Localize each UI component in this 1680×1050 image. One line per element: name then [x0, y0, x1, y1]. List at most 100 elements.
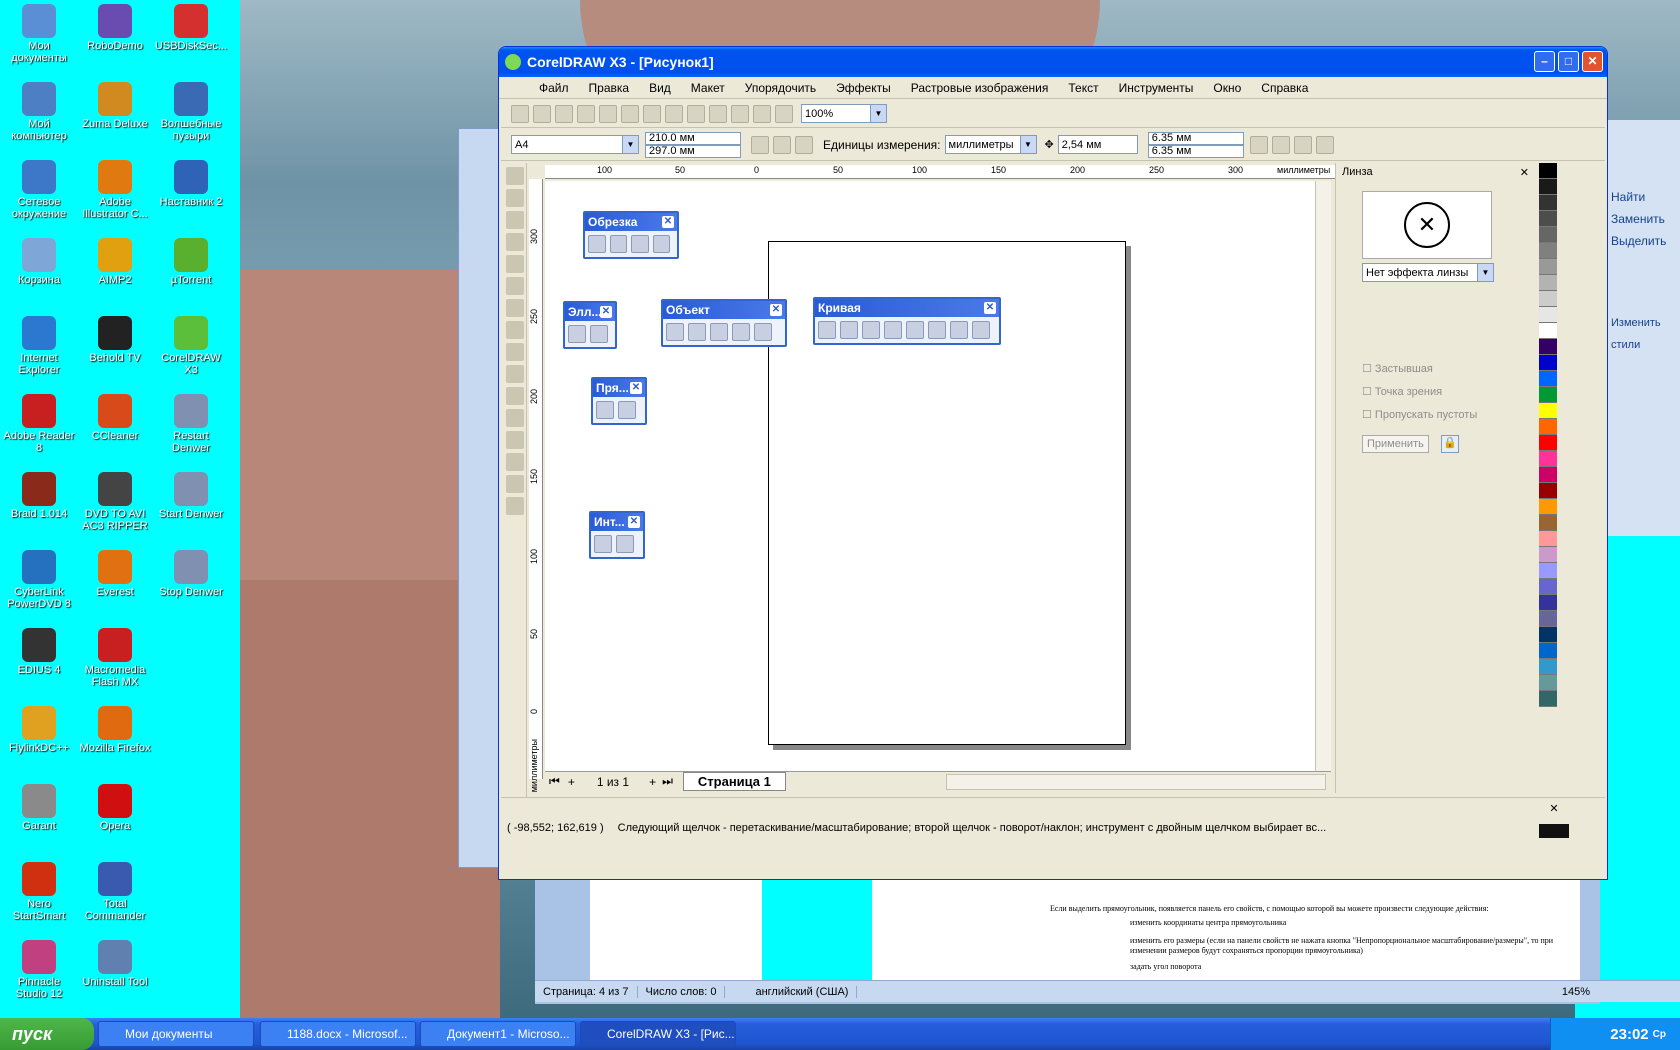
undo-icon[interactable]	[665, 104, 683, 123]
polyline-icon[interactable]	[906, 321, 924, 339]
vertical-scrollbar[interactable]	[1315, 181, 1331, 771]
desktop-icon[interactable]: Наставник 2	[154, 160, 228, 208]
palette-swatch[interactable]	[1539, 467, 1557, 483]
desktop-icon[interactable]: AIMP2	[78, 238, 152, 286]
palette-swatch[interactable]	[1539, 515, 1557, 531]
polygon-icon[interactable]	[666, 323, 684, 341]
palette-swatch[interactable]	[1539, 179, 1557, 195]
desktop-icon[interactable]: CorelDRAW X3	[154, 316, 228, 376]
shape-tool-icon[interactable]	[506, 189, 524, 207]
curve-toolbar[interactable]: Кривая ✕	[813, 297, 1001, 345]
open-icon[interactable]	[533, 104, 551, 123]
units-icon[interactable]	[1249, 135, 1268, 154]
viewpoint-checkbox[interactable]: ☐ Точка зрения	[1362, 381, 1535, 404]
interactive-blend-icon[interactable]	[506, 409, 524, 427]
object-toolbar[interactable]: Объект ✕	[661, 299, 787, 347]
polygon-tool-icon[interactable]	[506, 343, 524, 361]
print-icon[interactable]	[577, 104, 595, 123]
ellipse-tool-icon[interactable]	[506, 321, 524, 339]
desktop-icon[interactable]: Opera	[78, 784, 152, 832]
desktop-icon[interactable]: Сетевое окружение	[2, 160, 76, 220]
palette-swatch[interactable]	[1539, 499, 1557, 515]
desktop-icon[interactable]: µTorrent	[154, 238, 228, 286]
palette-swatch[interactable]	[1539, 371, 1557, 387]
palette-swatch[interactable]	[1539, 291, 1557, 307]
interactive-connector-icon[interactable]	[950, 321, 968, 339]
knife-icon[interactable]	[609, 235, 627, 253]
maximize-button[interactable]: □	[1558, 51, 1579, 72]
drawing-canvas[interactable]: Обрезка ✕ Элл... ✕ Объект ✕ Кривая ✕ Пря... ✕…	[545, 181, 1315, 771]
3-point-rectangle-icon[interactable]	[618, 401, 636, 419]
horizontal-scrollbar[interactable]	[945, 773, 1326, 790]
desktop-icon[interactable]: DVD TO AVI AC3 RIPPER	[78, 472, 152, 532]
crop-icon[interactable]	[588, 235, 606, 253]
palette-swatch[interactable]	[1539, 483, 1557, 499]
basic-shapes-icon[interactable]	[506, 365, 524, 383]
desktop-icon[interactable]: Adobe Illustrator C...	[78, 160, 152, 220]
close-icon[interactable]: ✕	[628, 516, 640, 528]
palette-swatch[interactable]	[1539, 579, 1557, 595]
ellipse-toolbar[interactable]: Элл... ✕	[563, 301, 617, 349]
menu-item[interactable]: Упорядочить	[735, 81, 826, 95]
desktop-icon[interactable]: Adobe Reader 8	[2, 394, 76, 454]
mesh-fill-icon[interactable]	[616, 535, 634, 553]
menu-item[interactable]: Справка	[1251, 81, 1318, 95]
palette-swatch[interactable]	[1539, 339, 1557, 355]
desktop-icon[interactable]: Мой компьютер	[2, 82, 76, 142]
desktop-icon[interactable]: Zuma Deluxe	[78, 82, 152, 130]
menu-item[interactable]: Эффекты	[826, 81, 901, 95]
new-icon[interactable]	[511, 104, 529, 123]
palette-swatch[interactable]	[1539, 275, 1557, 291]
crop-toolbar[interactable]: Обрезка ✕	[583, 211, 679, 259]
pick-tool-icon[interactable]	[506, 167, 524, 185]
task-my-documents[interactable]: Мои документы	[98, 1021, 254, 1047]
menu-item[interactable]: Текст	[1058, 81, 1108, 95]
close-icon[interactable]: ✕	[770, 304, 782, 316]
portrait-icon[interactable]	[751, 135, 769, 154]
launcher-icon[interactable]	[753, 104, 771, 123]
options-icon[interactable]	[1315, 135, 1334, 154]
desktop-icon[interactable]: Braid 1.014	[2, 472, 76, 520]
frozen-checkbox[interactable]: ☐ Застывшая	[1362, 358, 1535, 381]
page-width-field[interactable]: 210.0 мм	[645, 131, 741, 145]
desktop-icon[interactable]: Stop Denwer	[154, 550, 228, 598]
desktop-icon[interactable]: Мои документы	[2, 4, 76, 64]
palette-swatch[interactable]	[1539, 627, 1557, 643]
save-icon[interactable]	[555, 104, 573, 123]
desktop-icon[interactable]: USBDiskSec...	[154, 4, 228, 52]
eraser-icon[interactable]	[631, 235, 649, 253]
palette-swatch[interactable]	[1539, 531, 1557, 547]
desktop-icon[interactable]: Macromedia Flash MX	[78, 628, 152, 688]
page-height-field[interactable]: 297.0 мм	[645, 144, 741, 158]
desktop-icon[interactable]: Start Denwer	[154, 472, 228, 520]
palette-swatch[interactable]	[1539, 611, 1557, 627]
title-bar[interactable]: CorelDRAW X3 - [Рисунок1] – □ ✕	[499, 47, 1607, 77]
import-icon[interactable]	[709, 104, 727, 123]
zoom-tool-icon[interactable]	[506, 233, 524, 251]
palette-swatch[interactable]	[1539, 163, 1557, 179]
desktop-icon[interactable]: Internet Explorer	[2, 316, 76, 376]
palette-swatch[interactable]	[1539, 675, 1557, 691]
rectangle-tool-icon[interactable]	[506, 299, 524, 317]
minimize-button[interactable]: –	[1534, 51, 1555, 72]
select-button[interactable]: Выделить	[1611, 230, 1680, 252]
welcome-icon[interactable]	[775, 104, 793, 123]
palette-swatch[interactable]	[1539, 547, 1557, 563]
palette-swatch[interactable]	[1539, 403, 1557, 419]
3-point-ellipse-icon[interactable]	[590, 325, 608, 343]
docker-close-icon[interactable]: ✕	[1520, 166, 1529, 179]
export-icon[interactable]	[731, 104, 749, 123]
desktop-icon[interactable]: FlylinkDC++	[2, 706, 76, 754]
clock[interactable]: 23:02	[1610, 1026, 1648, 1043]
palette-swatch[interactable]	[1539, 195, 1557, 211]
close-icon[interactable]: ✕	[984, 302, 996, 314]
paste-icon[interactable]	[643, 104, 661, 123]
units-select[interactable]: миллиметры ▼	[944, 135, 1037, 154]
palette-swatch[interactable]	[1539, 435, 1557, 451]
change-styles-button[interactable]: Изменить стили	[1611, 312, 1680, 356]
close-icon[interactable]: ✕	[662, 216, 674, 228]
treat-as-filled-icon[interactable]	[1271, 135, 1290, 154]
bezier-icon[interactable]	[840, 321, 858, 339]
palette-swatch[interactable]	[1539, 307, 1557, 323]
interactive-toolbar[interactable]: Инт... ✕	[589, 511, 645, 559]
